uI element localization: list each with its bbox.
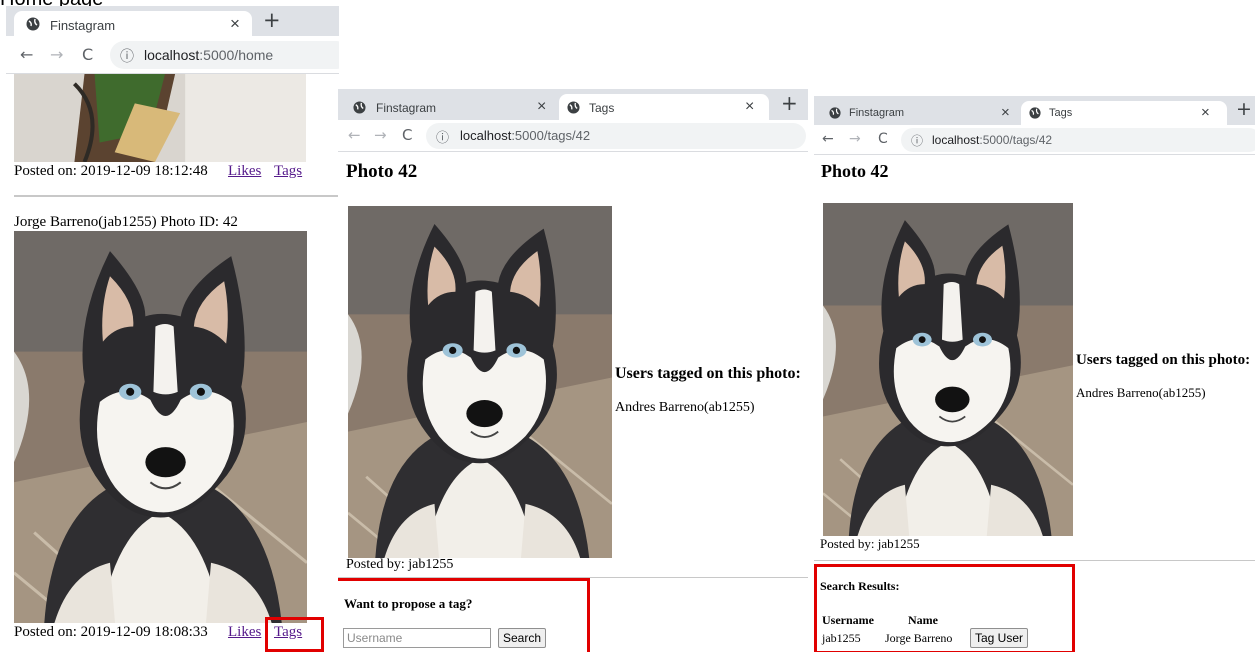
globe-icon [26, 17, 40, 34]
highlight-box-tags [265, 617, 324, 652]
reload-icon[interactable]: C [402, 126, 412, 144]
tab-title: Finstagram [849, 107, 905, 119]
tab-title: Tags [1049, 107, 1073, 119]
back-icon[interactable]: ← [20, 45, 33, 64]
new-tab-icon[interactable]: + [263, 8, 281, 32]
posted-on-text: Posted on: 2019-12-09 18:12:48 [14, 163, 208, 179]
highlight-box-results [814, 564, 1075, 652]
posted-on-text: Posted on: 2019-12-09 18:08:33 [14, 624, 208, 640]
tab-title: Finstagram [376, 101, 437, 115]
new-tab-icon[interactable]: + [781, 91, 798, 115]
highlight-box-propose [338, 578, 590, 652]
globe-icon [1029, 107, 1041, 122]
address-bar[interactable]: ⓘ localhost:5000/home [110, 41, 339, 69]
tab-strip: Finstagram × + [6, 6, 339, 36]
new-tab-icon[interactable]: + [1236, 98, 1252, 120]
toolbar: ← → C ⓘ localhost:5000/tags/42 [814, 125, 1255, 155]
page-content: Photo 42 Users tagged on this photo: And… [338, 152, 808, 652]
tab-finstagram[interactable]: Finstagram × [341, 94, 559, 120]
likes-link[interactable]: Likes [228, 163, 261, 180]
post-photo-husky [14, 231, 307, 623]
posted-by-text: Posted by: jab1255 [820, 536, 920, 551]
address-bar[interactable]: ⓘ localhost:5000/tags/42 [901, 128, 1255, 152]
browser-window-results: Finstagram × Tags × + ← → C ⓘ localhost:… [814, 96, 1255, 652]
forward-icon[interactable]: → [374, 126, 387, 144]
globe-icon [353, 101, 366, 117]
reload-icon[interactable]: C [878, 131, 888, 147]
tab-finstagram[interactable]: Finstagram × [14, 11, 252, 36]
url-text: localhost:5000/home [144, 47, 273, 63]
tag-photo-husky [823, 203, 1073, 536]
url-path: :5000/home [199, 47, 274, 63]
browser-window-home: Finstagram × + ← → C ⓘ localhost:5000/ho… [6, 6, 339, 652]
tagged-users-heading: Users tagged on this photo: [1076, 352, 1251, 368]
url-host: localhost [932, 133, 980, 147]
close-tab-icon[interactable]: × [1001, 104, 1010, 121]
likes-link[interactable]: Likes [228, 624, 261, 641]
address-bar[interactable]: ⓘ localhost:5000/tags/42 [426, 123, 806, 149]
tagged-user: Andres Barreno(ab1255) [615, 400, 755, 415]
forward-icon[interactable]: → [849, 131, 861, 147]
back-icon[interactable]: ← [822, 131, 834, 147]
info-icon[interactable]: ⓘ [436, 127, 449, 146]
back-icon[interactable]: ← [348, 126, 361, 144]
url-text: localhost:5000/tags/42 [460, 128, 590, 143]
url-path: :5000/tags/42 [979, 133, 1053, 147]
page-content: Posted on: 2019-12-09 18:12:48 Likes Tag… [6, 74, 339, 652]
url-path: :5000/tags/42 [511, 128, 591, 143]
tags-link[interactable]: Tags [274, 163, 302, 180]
section-divider [814, 560, 1255, 561]
page-content: Photo 42 Users tagged on this photo: And… [814, 155, 1255, 652]
reload-icon[interactable]: C [82, 45, 93, 64]
url-text: localhost:5000/tags/42 [932, 133, 1052, 147]
posted-by-text: Posted by: jab1255 [346, 557, 454, 572]
tag-photo-husky [348, 206, 612, 558]
globe-icon [567, 101, 580, 117]
browser-window-tags: Finstagram × Tags × + ← → C ⓘ localhost:… [338, 89, 808, 652]
forward-icon[interactable]: → [50, 45, 63, 64]
url-host: localhost [144, 47, 200, 63]
tab-finstagram[interactable]: Finstagram × [817, 101, 1021, 125]
info-icon[interactable]: ⓘ [120, 46, 134, 66]
post-photo-sandwich [14, 74, 306, 162]
close-tab-icon[interactable]: × [745, 98, 754, 116]
close-tab-icon[interactable]: × [537, 98, 546, 116]
page-heading: Photo 42 [346, 161, 418, 182]
tab-title: Tags [589, 101, 615, 115]
page-heading: Photo 42 [821, 161, 889, 181]
close-tab-icon[interactable]: × [1201, 104, 1210, 121]
post-divider [14, 195, 339, 197]
url-host: localhost [460, 128, 512, 143]
globe-icon [829, 107, 841, 122]
toolbar: ← → C ⓘ localhost:5000/tags/42 [338, 120, 808, 152]
tab-tags[interactable]: Tags × [559, 94, 769, 120]
toolbar: ← → C ⓘ localhost:5000/home [6, 36, 339, 74]
tagged-user: Andres Barreno(ab1255) [1076, 385, 1206, 400]
post-header: Jorge Barreno(jab1255) Photo ID: 42 [14, 214, 238, 230]
tab-tags[interactable]: Tags × [1021, 101, 1227, 125]
tab-strip: Finstagram × Tags × + [814, 96, 1255, 125]
close-tab-icon[interactable]: × [230, 14, 240, 34]
tagged-users-heading: Users tagged on this photo: [615, 365, 801, 382]
tab-strip: Finstagram × Tags × + [338, 89, 808, 120]
tab-title: Finstagram [50, 18, 116, 33]
info-icon[interactable]: ⓘ [911, 132, 923, 149]
